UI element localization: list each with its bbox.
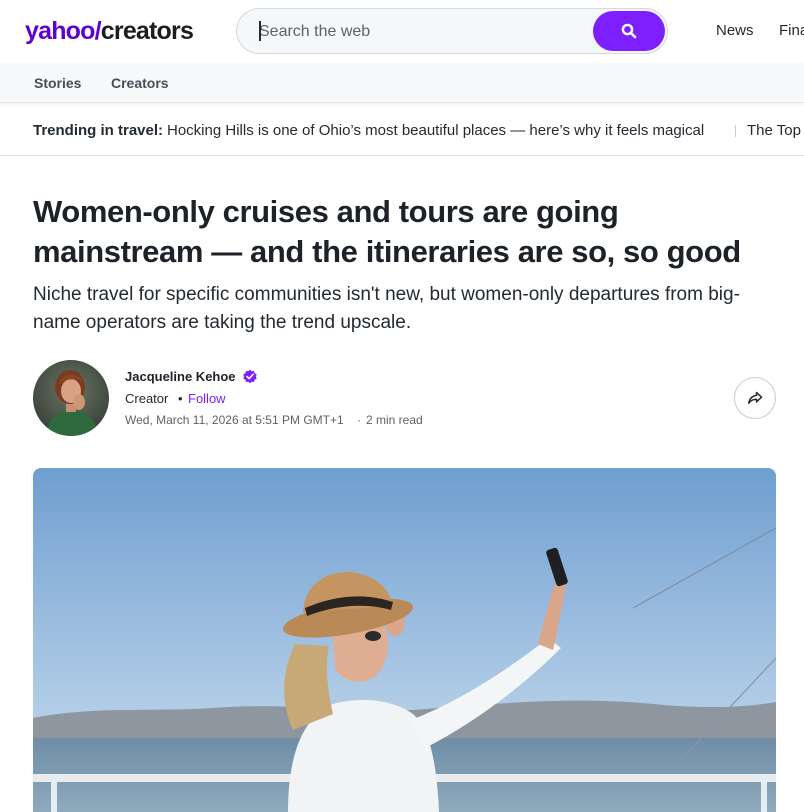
search-button[interactable] <box>593 11 665 51</box>
trending-bar: Trending in travel: Hocking Hills is one… <box>0 104 804 156</box>
text-cursor <box>259 21 261 41</box>
share-icon <box>748 391 763 404</box>
section-nav: Stories Creators <box>0 63 804 103</box>
verified-badge-icon <box>242 369 258 385</box>
publish-date: Wed, March 11, 2026 at 5:51 PM GMT+1 <box>125 413 344 427</box>
search-icon <box>621 23 637 39</box>
yahoo-creators-logo[interactable]: yahoo/creators <box>25 14 194 48</box>
nav-link-news[interactable]: News <box>716 22 754 39</box>
site-header: yahoo/creators News Fina <box>0 0 804 63</box>
trending-divider <box>735 125 736 137</box>
follow-button[interactable]: Follow <box>188 391 226 406</box>
trending-label: Trending in travel: <box>33 122 164 139</box>
nav-item-stories[interactable]: Stories <box>34 75 81 91</box>
article-subtitle: Niche travel for specific communities is… <box>33 284 740 333</box>
nav-link-finance[interactable]: Fina <box>779 22 804 39</box>
logo-creators-text: creators <box>100 17 194 45</box>
share-button[interactable] <box>734 377 776 419</box>
article-title: Women-only cruises and tours are going m… <box>33 194 741 269</box>
article-hero-image <box>33 468 776 812</box>
read-time: 2 min read <box>366 413 423 427</box>
author-avatar[interactable] <box>33 360 109 436</box>
nav-item-creators[interactable]: Creators <box>111 75 169 91</box>
trending-item[interactable]: Hocking Hills is one of Ohio’s most beau… <box>167 122 704 139</box>
separator-dot: · <box>357 413 361 427</box>
author-name[interactable]: Jacqueline Kehoe <box>125 369 236 384</box>
search-input[interactable] <box>259 20 579 44</box>
separator-dot: • <box>178 391 183 406</box>
author-role: Creator <box>125 391 169 406</box>
logo-yahoo-text: yahoo/ <box>25 17 102 45</box>
trending-item[interactable]: The Top <box>747 122 801 139</box>
